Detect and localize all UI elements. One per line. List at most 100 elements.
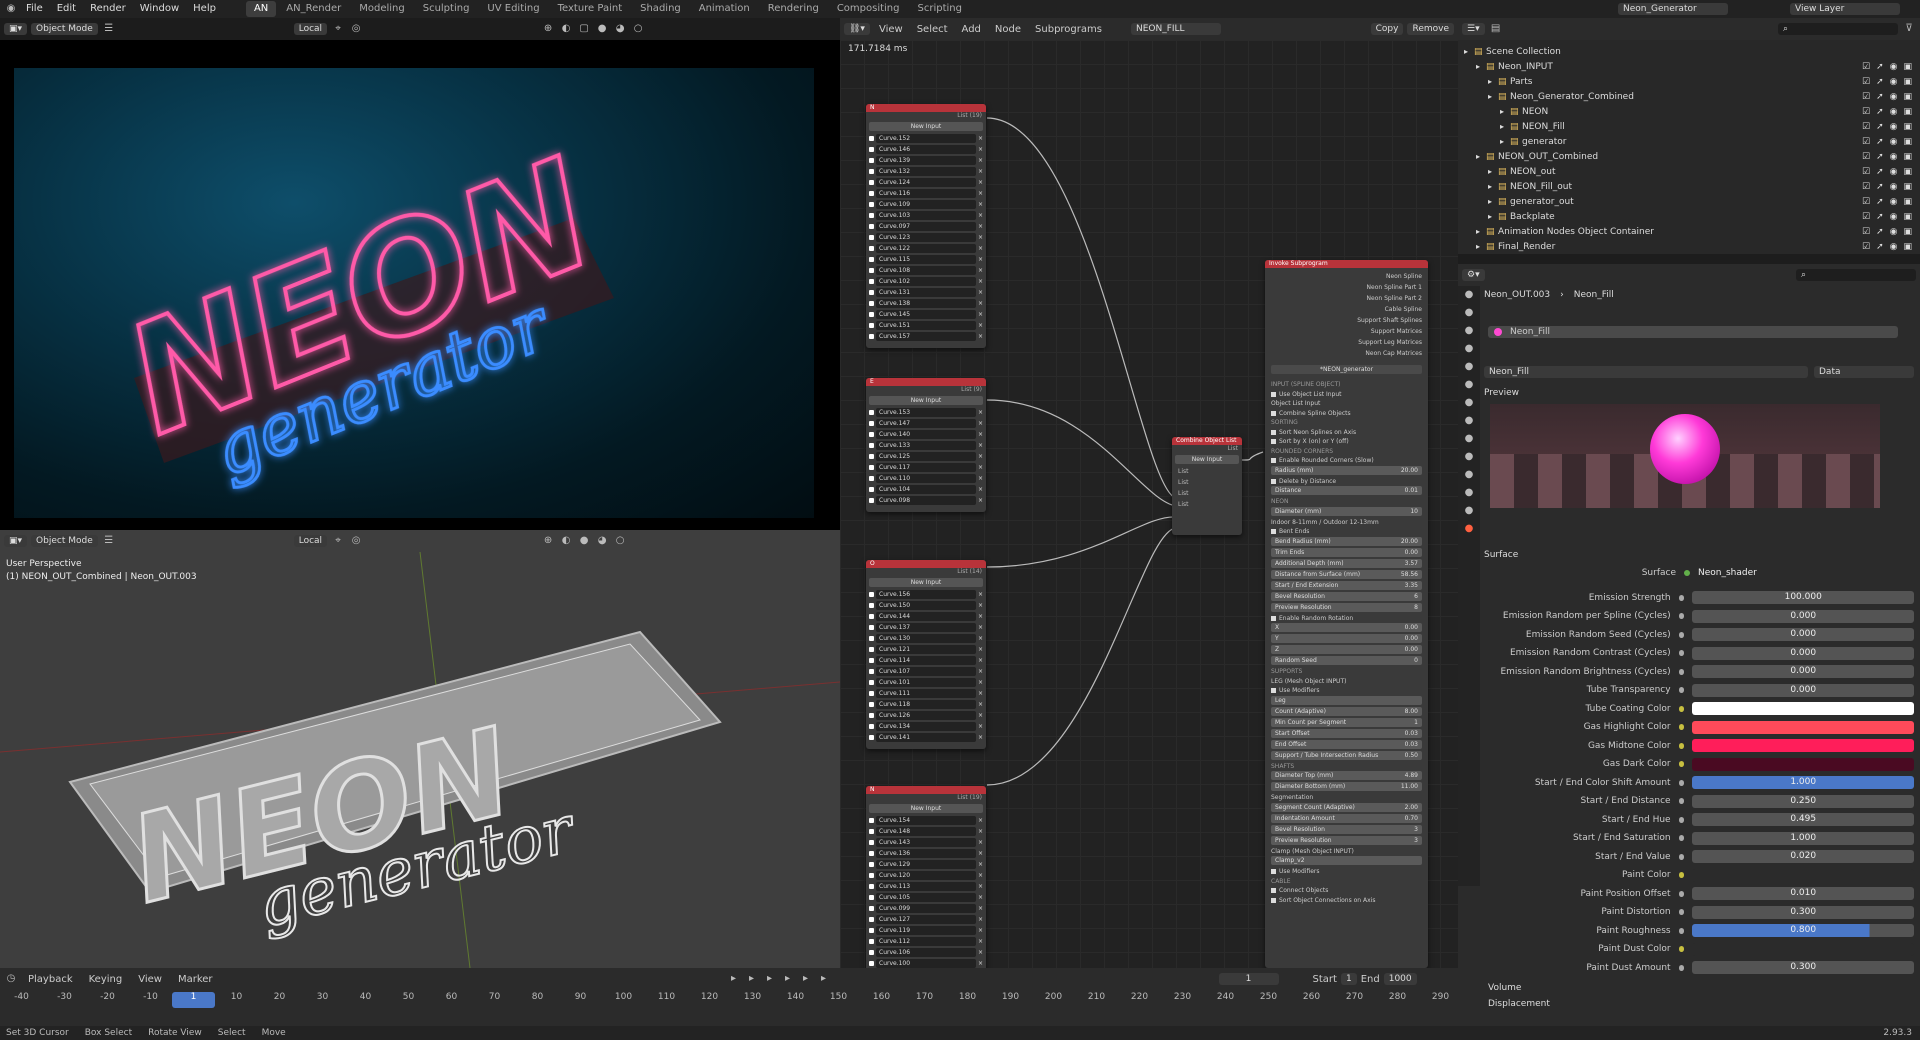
properties-editor[interactable]: ⚙▾ ⌕ ● ● ● ● ● ● ● ● ● ● ● ● ● ● Neon_OUT.003 › Neon_…	[1458, 264, 1920, 1040]
object-field[interactable]: Curve.106	[876, 948, 976, 957]
remove-item-icon[interactable]: ×	[978, 949, 983, 956]
object-field[interactable]: Curve.120	[876, 871, 976, 880]
remove-item-icon[interactable]: ×	[978, 146, 983, 153]
object-field[interactable]: Curve.119	[876, 926, 976, 935]
remove-item-icon[interactable]: ×	[978, 486, 983, 493]
input-value[interactable]: 0.020	[1692, 850, 1914, 864]
preview-panel-label[interactable]: Preview	[1484, 388, 1519, 398]
object-field[interactable]: Curve.125	[876, 452, 976, 461]
object-field[interactable]: Curve.132	[876, 167, 976, 176]
tool-icon[interactable]: ●	[1458, 286, 1480, 304]
parameter-field[interactable]: Bevel Resolution 6	[1271, 591, 1422, 601]
parameter-field[interactable]: Support / Tube Intersection Radius 0.50	[1271, 750, 1422, 760]
invoke-subprogram-node[interactable]: Invoke Subprogram Neon Spline Neon Spline…	[1265, 260, 1428, 968]
checkbox[interactable]	[869, 614, 874, 619]
remove-item-icon[interactable]: ×	[978, 212, 983, 219]
remove-item-icon[interactable]: ×	[978, 828, 983, 835]
constraint-icon[interactable]: ●	[1458, 484, 1480, 502]
outliner-item[interactable]: ▸ ▤ NEON_OUT_Combined ☑ ➚ ◉ ▣	[1458, 149, 1920, 164]
checkbox-row[interactable]: Connect Objects	[1265, 886, 1428, 896]
proportional-icon[interactable]: ◎	[349, 534, 363, 548]
object-field[interactable]: Curve.136	[876, 849, 976, 858]
expand-arrow-icon[interactable]: ▸	[1500, 107, 1510, 116]
input-value[interactable]: 0.300	[1692, 905, 1914, 919]
object-field[interactable]: Curve.146	[876, 145, 976, 154]
menu-icon[interactable]: ☰	[102, 22, 116, 36]
parameter-field[interactable]: Preview Resolution 8	[1271, 602, 1422, 612]
timeline-menu-view[interactable]: View	[132, 974, 168, 985]
new-input-button[interactable]: New Input	[1175, 455, 1239, 464]
parameter-field[interactable]: Indentation Amount 0.70	[1271, 813, 1422, 823]
outliner-item[interactable]: ▸ ▤ generator_out ☑ ➚ ◉ ▣	[1458, 194, 1920, 209]
checkbox[interactable]	[869, 410, 874, 415]
checkbox[interactable]	[869, 625, 874, 630]
checkbox[interactable]	[869, 180, 874, 185]
physics-icon[interactable]: ●	[1458, 466, 1480, 484]
expand-arrow-icon[interactable]: ▸	[1476, 242, 1486, 251]
parameter-field[interactable]: Trim Ends 0.00	[1271, 547, 1422, 557]
scene-selector[interactable]: Neon_Generator	[1618, 3, 1728, 15]
remove-item-icon[interactable]: ×	[978, 591, 983, 598]
remove-item-icon[interactable]: ×	[978, 278, 983, 285]
input-value[interactable]	[1692, 868, 1914, 882]
parameter-field[interactable]: Bend Radius (mm) 20.00	[1271, 536, 1422, 546]
display-mode-icon[interactable]: ▤	[1489, 22, 1503, 36]
outliner-item[interactable]: ▸ ▤ NEON ☑ ➚ ◉ ▣	[1458, 104, 1920, 119]
workspace-tab[interactable]: Shading	[632, 1, 689, 17]
object-field[interactable]: Curve.147	[876, 419, 976, 428]
remove-item-icon[interactable]: ×	[978, 668, 983, 675]
new-input-button[interactable]: New Input	[869, 578, 983, 587]
remove-item-icon[interactable]: ×	[978, 453, 983, 460]
timeline-ruler[interactable]: -40 -30 -20 -10 1 10 20 30 40 50 60 70 80 90 100 110 120…	[0, 992, 1458, 1008]
select-icon[interactable]: ➚	[1876, 92, 1884, 102]
remove-item-icon[interactable]: ×	[978, 817, 983, 824]
menu-window[interactable]: Window	[134, 0, 185, 18]
object-field[interactable]: Curve.122	[876, 244, 976, 253]
checkbox[interactable]	[869, 950, 874, 955]
select-icon[interactable]: ➚	[1876, 137, 1884, 147]
camera-icon[interactable]: ▣	[1903, 62, 1912, 72]
object-field[interactable]: Curve.103	[876, 211, 976, 220]
checkbox[interactable]	[1271, 478, 1276, 484]
object-field[interactable]: Curve.126	[876, 711, 976, 720]
surface-section-label[interactable]: Surface	[1484, 550, 1518, 560]
mode-dropdown[interactable]: Object Mode	[31, 535, 98, 547]
remove-item-icon[interactable]: ×	[978, 960, 983, 967]
input-value[interactable]: 0.495	[1692, 813, 1914, 827]
workspace-tab[interactable]: UV Editing	[479, 1, 547, 17]
checkbox[interactable]	[869, 724, 874, 729]
menu-help[interactable]: Help	[187, 0, 222, 18]
remove-item-icon[interactable]: ×	[978, 905, 983, 912]
input-value[interactable]: 0.800	[1692, 924, 1914, 938]
workspace-tab[interactable]: Sculpting	[415, 1, 478, 17]
remove-item-icon[interactable]: ×	[978, 497, 983, 504]
parameter-field[interactable]: Clamp_v2	[1271, 856, 1422, 865]
input-value[interactable]	[1692, 942, 1914, 956]
eye-icon[interactable]: ◉	[1890, 152, 1898, 162]
menu-file[interactable]: File	[20, 0, 49, 18]
remove-item-icon[interactable]: ×	[978, 624, 983, 631]
timeline-menu-playback[interactable]: Playback	[22, 974, 79, 985]
outliner-item[interactable]: ▸ ▤ generator ☑ ➚ ◉ ▣	[1458, 134, 1920, 149]
checkbox[interactable]	[869, 735, 874, 740]
parameter-field[interactable]: Distance from Surface (mm) 58.56	[1271, 569, 1422, 579]
remove-item-icon[interactable]: ×	[978, 223, 983, 230]
camera-icon[interactable]: ▣	[1903, 107, 1912, 117]
expand-arrow-icon[interactable]: ▸	[1488, 92, 1498, 101]
eye-icon[interactable]: ◉	[1890, 167, 1898, 177]
select-icon[interactable]: ➚	[1876, 212, 1884, 222]
world-icon[interactable]: ●	[1458, 376, 1480, 394]
object-field[interactable]: Curve.139	[876, 156, 976, 165]
input-value[interactable]: 0.000	[1692, 665, 1914, 679]
checkbox[interactable]	[869, 961, 874, 966]
output-icon[interactable]: ●	[1458, 322, 1480, 340]
outliner-item[interactable]: ▸ ▤ NEON_out ☑ ➚ ◉ ▣	[1458, 164, 1920, 179]
checkbox[interactable]	[1271, 429, 1276, 435]
new-input-button[interactable]: New Input	[869, 804, 983, 813]
object-field[interactable]: Curve.124	[876, 178, 976, 187]
checkbox-icon[interactable]: ☑	[1862, 62, 1870, 72]
checkbox[interactable]	[869, 191, 874, 196]
camera-icon[interactable]: ▣	[1903, 197, 1912, 207]
object-icon[interactable]: ●	[1458, 412, 1480, 430]
eye-icon[interactable]: ◉	[1890, 107, 1898, 117]
